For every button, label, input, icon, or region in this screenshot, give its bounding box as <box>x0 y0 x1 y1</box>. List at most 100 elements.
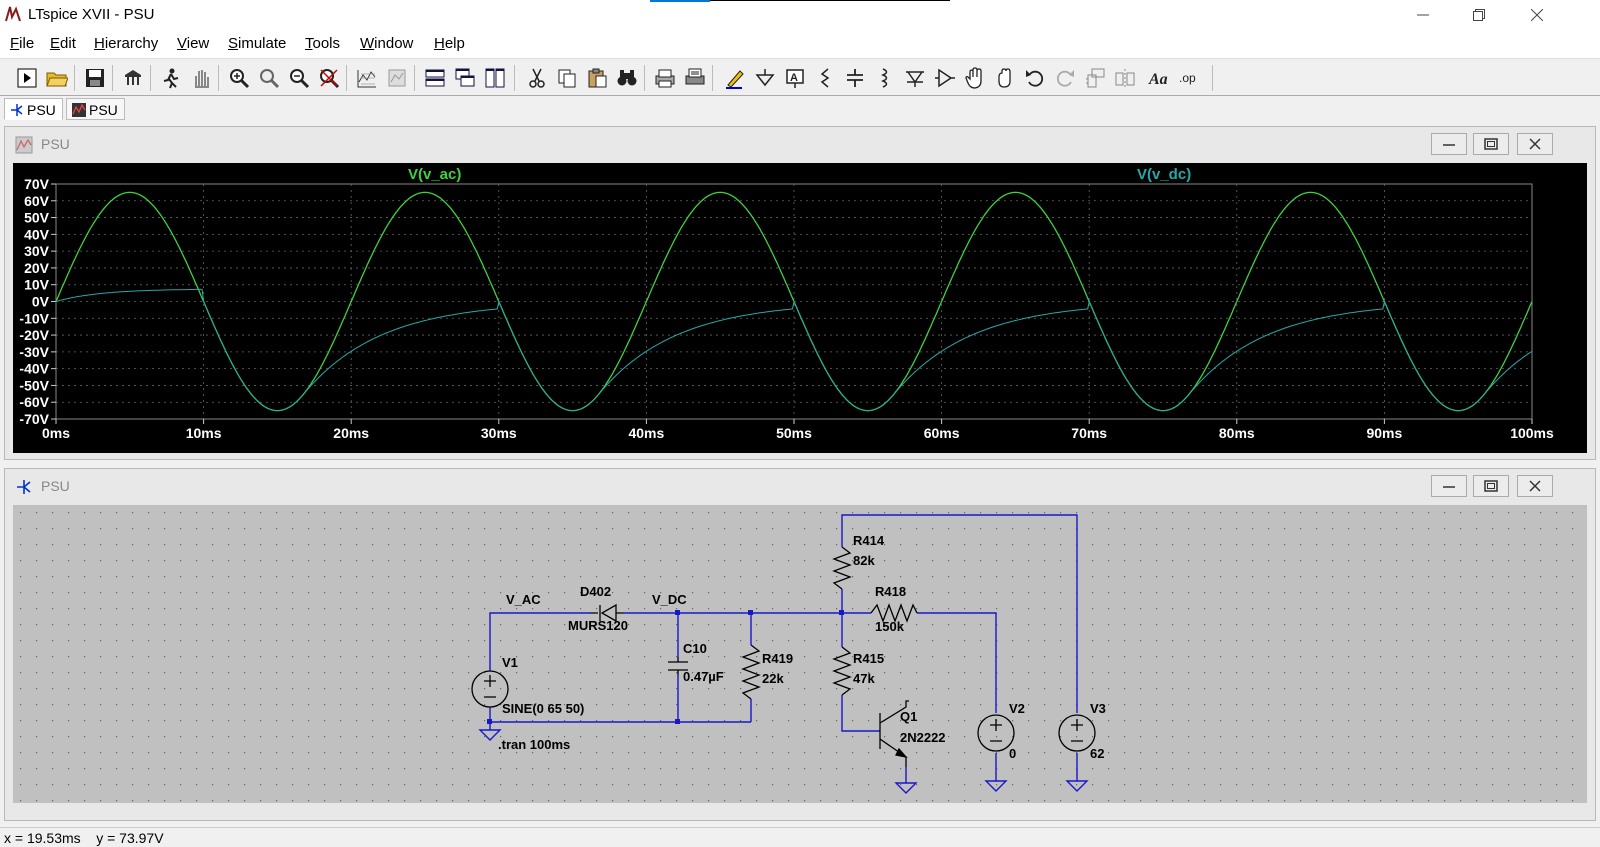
r418-value[interactable]: 150k <box>875 619 905 634</box>
schematic-canvas[interactable]: V_AC V_DC D402 MURS120 C10 0.47µF R419 2… <box>13 505 1587 803</box>
label-net-icon[interactable]: A <box>782 65 808 91</box>
d402-value[interactable]: MURS120 <box>568 618 628 633</box>
y-tick-label: 0V <box>32 294 50 310</box>
redo-icon[interactable] <box>1052 65 1078 91</box>
svg-text:A: A <box>790 72 798 84</box>
tab-psu-schematic[interactable]: PSU <box>4 98 63 120</box>
undo-icon[interactable] <box>1022 65 1048 91</box>
text-icon[interactable]: Aa <box>1146 65 1172 91</box>
waveform-plot[interactable]: 70V60V50V40V30V20V10V0V-10V-20V-30V-40V-… <box>13 163 1587 453</box>
maximize-icon[interactable] <box>1473 475 1509 497</box>
y-tick-label: 10V <box>24 277 50 293</box>
y-tick-label: -60V <box>19 394 49 410</box>
minimize-icon[interactable] <box>1431 475 1467 497</box>
ltspice-logo-icon <box>5 6 21 22</box>
window-title: LTspice XVII - PSU <box>28 6 155 23</box>
control-panel-icon[interactable] <box>120 65 146 91</box>
open-icon[interactable] <box>44 65 70 91</box>
plot-settings-icon[interactable] <box>384 65 410 91</box>
component-icon[interactable] <box>932 65 958 91</box>
schematic-window-header: PSU <box>5 469 1595 503</box>
print-preview-icon[interactable] <box>652 65 678 91</box>
close-icon[interactable] <box>1517 133 1553 155</box>
inductor-icon[interactable] <box>872 65 898 91</box>
cut-icon[interactable] <box>524 65 550 91</box>
menu-hierarchy[interactable]: Hierarchy <box>94 35 158 52</box>
legend-v-dc: V(v_dc) <box>1137 166 1191 183</box>
drag-icon[interactable] <box>992 65 1018 91</box>
minimize-icon[interactable] <box>1400 0 1446 30</box>
waveform-icon <box>72 103 86 117</box>
cascade-icon[interactable] <box>452 65 478 91</box>
zoom-box-icon[interactable] <box>256 65 282 91</box>
menu-tools[interactable]: Tools <box>305 35 340 52</box>
menu-help[interactable]: Help <box>434 35 465 52</box>
v3-value[interactable]: 62 <box>1090 746 1104 761</box>
spice-directive-icon[interactable]: .op <box>1176 65 1202 91</box>
v1-name[interactable]: V1 <box>502 655 518 670</box>
close-icon[interactable] <box>1514 0 1560 30</box>
x-tick-label: 70ms <box>1071 425 1107 441</box>
resistor-icon[interactable] <box>812 65 838 91</box>
menu-view[interactable]: View <box>177 35 209 52</box>
c10-name[interactable]: C10 <box>683 641 707 656</box>
wire-icon[interactable] <box>722 65 748 91</box>
zoom-in-icon[interactable] <box>226 65 252 91</box>
v2-name[interactable]: V2 <box>1009 701 1025 716</box>
r414-value[interactable]: 82k <box>853 553 875 568</box>
mirror-icon[interactable] <box>1112 65 1138 91</box>
net-label-v-ac[interactable]: V_AC <box>506 592 541 607</box>
r414-name[interactable]: R414 <box>853 533 885 548</box>
paste-icon[interactable] <box>584 65 610 91</box>
save-icon[interactable] <box>82 65 108 91</box>
maximize-icon[interactable] <box>1473 133 1509 155</box>
r415-value[interactable]: 47k <box>853 671 875 686</box>
c10-value[interactable]: 0.47µF <box>683 669 724 684</box>
menu-window[interactable]: Window <box>360 35 413 52</box>
restore-icon[interactable] <box>1456 0 1502 30</box>
zoom-fit-icon[interactable] <box>316 65 342 91</box>
tile-horizontal-icon[interactable] <box>422 65 448 91</box>
run-icon[interactable] <box>158 65 184 91</box>
menu-file[interactable]: File <box>10 35 34 52</box>
y-tick-label: 60V <box>24 193 50 209</box>
q1-value[interactable]: 2N2222 <box>900 730 946 745</box>
print-icon[interactable] <box>682 65 708 91</box>
menu-simulate[interactable]: Simulate <box>228 35 286 52</box>
diode-icon[interactable] <box>902 65 928 91</box>
tab-psu-waveform[interactable]: PSU <box>66 98 125 120</box>
cursor-readout: x = 19.53ms y = 73.97V <box>4 830 164 846</box>
ground-icon[interactable] <box>752 65 778 91</box>
x-tick-label: 30ms <box>481 425 517 441</box>
zoom-out-icon[interactable] <box>286 65 312 91</box>
v1-value[interactable]: SINE(0 65 50) <box>502 701 584 716</box>
menu-edit[interactable]: Edit <box>50 35 76 52</box>
copy-icon[interactable] <box>554 65 580 91</box>
r419-name[interactable]: R419 <box>762 651 793 666</box>
capacitor-icon[interactable] <box>842 65 868 91</box>
minimize-icon[interactable] <box>1431 133 1467 155</box>
d402-name[interactable]: D402 <box>580 584 611 599</box>
title-accent <box>650 0 710 2</box>
r415-name[interactable]: R415 <box>853 651 884 666</box>
v3-name[interactable]: V3 <box>1090 701 1106 716</box>
y-tick-label: -50V <box>19 377 49 393</box>
waveform-window: PSU 70V 60V 50V 40V 30V 20V 10V 0V -10V -20V -30V -… <box>4 126 1596 460</box>
spice-directive-tran[interactable]: .tran 100ms <box>498 737 570 752</box>
r419-value[interactable]: 22k <box>762 671 784 686</box>
rotate-icon[interactable] <box>1082 65 1108 91</box>
find-icon[interactable] <box>614 65 640 91</box>
close-icon[interactable] <box>1517 475 1553 497</box>
autorange-icon[interactable] <box>354 65 380 91</box>
status-bar: x = 19.53ms y = 73.97V <box>0 827 1600 847</box>
v2-value[interactable]: 0 <box>1009 746 1016 761</box>
r418-name[interactable]: R418 <box>875 584 906 599</box>
move-icon[interactable] <box>962 65 988 91</box>
halt-icon[interactable] <box>188 65 214 91</box>
new-schematic-icon[interactable] <box>14 65 40 91</box>
net-label-v-dc[interactable]: V_DC <box>652 592 687 607</box>
y-tick-label: -30V <box>19 344 49 360</box>
tile-vertical-icon[interactable] <box>482 65 508 91</box>
q1-name[interactable]: Q1 <box>900 709 917 724</box>
svg-text:Aa: Aa <box>1148 71 1168 88</box>
